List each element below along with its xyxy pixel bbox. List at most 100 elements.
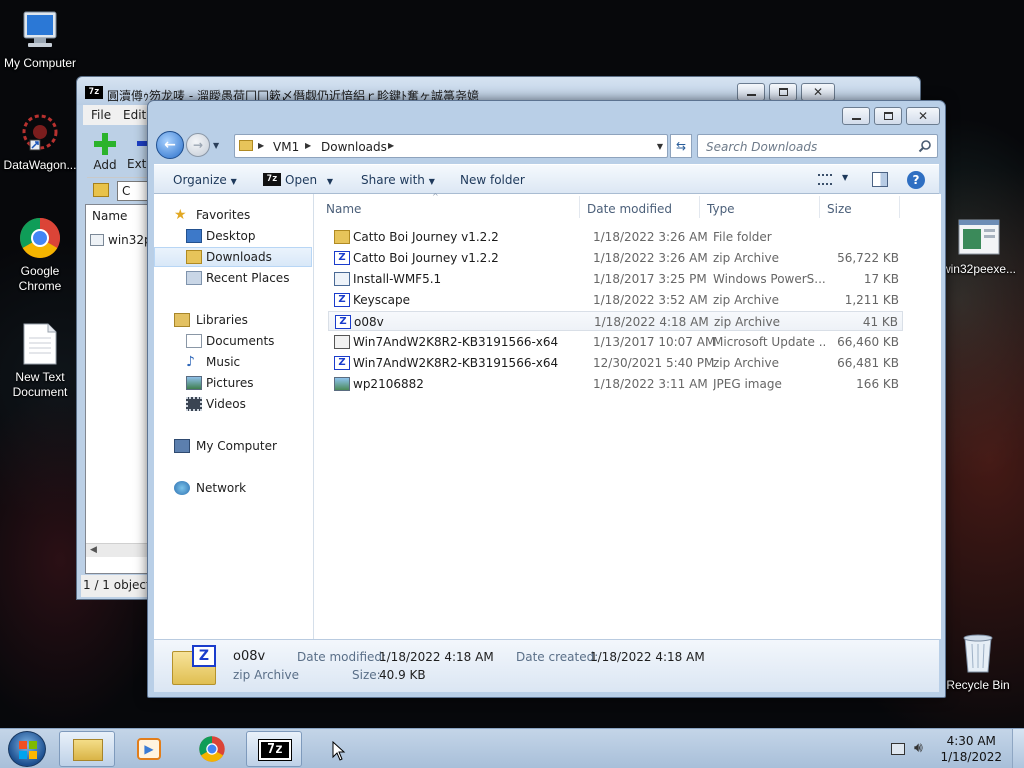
table-row[interactable]: Install-WMF5.1 1/18/2017 3:25 PM Windows P…: [328, 269, 903, 289]
explorer-close-button[interactable]: ✕: [906, 107, 940, 125]
show-desktop-button[interactable]: [1012, 729, 1024, 768]
details-modified-value: 1/18/2022 4:18 AM: [379, 650, 494, 664]
breadcrumb-downloads[interactable]: Downloads: [321, 140, 387, 154]
add-button[interactable]: Add: [87, 133, 123, 173]
explorer-titlebar[interactable]: ✕: [148, 101, 945, 131]
refresh-button[interactable]: ⇆: [670, 134, 692, 158]
table-row[interactable]: wp2106882 1/18/2022 3:11 AM JPEG image 166 …: [328, 374, 903, 394]
column-header-name[interactable]: Name: [92, 209, 127, 223]
organize-label: Organize: [173, 173, 227, 187]
breadcrumb-separator-icon[interactable]: ▶: [388, 141, 394, 150]
table-row[interactable]: Zo08v 1/18/2022 4:18 AM zip Archive 41 KB: [328, 311, 903, 331]
sevenzip-close-button[interactable]: ✕: [801, 83, 835, 101]
menu-file[interactable]: File: [91, 108, 111, 122]
start-button[interactable]: [8, 731, 46, 767]
nav-music[interactable]: ♪ Music: [154, 352, 312, 372]
sevenzip-icon: 7z: [258, 739, 292, 761]
organize-button[interactable]: Organize ▼: [173, 173, 237, 187]
address-dropdown-icon[interactable]: ▼: [657, 142, 663, 151]
new-folder-button[interactable]: New folder: [460, 173, 525, 187]
nav-label: Pictures: [206, 376, 254, 390]
desktop-icon-recycle-bin[interactable]: Recycle Bin: [938, 630, 1018, 693]
nav-label: Videos: [206, 397, 246, 411]
datawagon-icon: [22, 114, 58, 151]
navigation-pane[interactable]: ★ Favorites Desktop Downloads Recent Pla…: [154, 194, 314, 639]
nav-documents[interactable]: Documents: [154, 331, 312, 351]
desktop-icon-google-chrome[interactable]: Google Chrome: [0, 216, 80, 294]
explorer-maximize-button[interactable]: [874, 107, 902, 125]
menu-edit[interactable]: Edit: [123, 108, 146, 122]
share-with-button[interactable]: Share with ▼: [361, 173, 435, 187]
desktop-icon-my-computer[interactable]: My Computer: [0, 10, 80, 71]
taskbar-explorer-button[interactable]: [59, 731, 115, 767]
horizontal-scrollbar[interactable]: ◀: [86, 543, 152, 557]
back-button[interactable]: ←: [156, 131, 184, 159]
view-options-button[interactable]: ▼: [816, 172, 856, 188]
explorer-minimize-button[interactable]: [842, 107, 870, 125]
file-date: 1/18/2022 3:11 AM: [593, 377, 708, 391]
file-type: Windows PowerS...: [713, 272, 825, 286]
column-header-date[interactable]: Date modified: [587, 202, 672, 216]
breadcrumb-separator-icon[interactable]: ▶: [305, 141, 311, 150]
open-label: Open: [285, 173, 318, 187]
desktop-icon-datawagon[interactable]: DataWagon...: [0, 112, 80, 173]
sevenzip-file-list[interactable]: Name win32pe ◀: [85, 204, 152, 574]
column-divider[interactable]: [819, 196, 820, 218]
taskbar-7zip-button[interactable]: 7z: [246, 731, 302, 767]
column-header-size[interactable]: Size: [827, 202, 852, 216]
nav-downloads[interactable]: Downloads: [154, 247, 312, 267]
scroll-left-icon[interactable]: ◀: [90, 545, 97, 555]
system-clock[interactable]: 4:30 AM 1/18/2022: [940, 733, 1002, 765]
table-row[interactable]: Z Win7AndW2K8R2-KB3191566-x64 12/30/2021 5…: [328, 353, 903, 373]
nav-recent-places[interactable]: Recent Places: [154, 268, 312, 288]
sevenzip-minimize-button[interactable]: [737, 83, 765, 101]
zip-icon: Z: [335, 315, 351, 329]
recent-pages-dropdown-icon[interactable]: ▼: [213, 141, 219, 150]
table-row[interactable]: Z Catto Boi Journey v1.2.2 1/18/2022 3:26 …: [328, 248, 903, 268]
up-folder-icon: [93, 183, 109, 197]
breadcrumb-separator-icon[interactable]: ▶: [258, 141, 264, 150]
table-row[interactable]: Catto Boi Journey v1.2.2 1/18/2022 3:26 A…: [328, 227, 903, 247]
breadcrumb-vm1[interactable]: VM1: [273, 140, 299, 154]
explorer-folder-icon: [73, 739, 103, 761]
open-button[interactable]: Open ▼: [285, 173, 333, 187]
desktop-icon-new-text-document[interactable]: New Text Document: [0, 322, 80, 400]
preview-pane-button[interactable]: [872, 172, 888, 187]
network-tray-icon[interactable]: [891, 743, 905, 755]
nav-libraries[interactable]: Libraries: [154, 310, 312, 330]
nav-desktop[interactable]: Desktop: [154, 226, 312, 246]
nav-videos[interactable]: Videos: [154, 394, 312, 414]
help-button[interactable]: ?: [907, 171, 925, 189]
nav-my-computer[interactable]: My Computer: [154, 436, 312, 456]
table-row[interactable]: Win7AndW2K8R2-KB3191566-x64 1/13/2017 10:…: [328, 332, 903, 352]
column-divider[interactable]: [579, 196, 580, 218]
file-date: 1/18/2022 3:26 AM: [593, 251, 708, 265]
nav-label: Network: [196, 481, 247, 495]
table-row[interactable]: Z Keyscape 1/18/2022 3:52 AM zip Archive 1,2…: [328, 290, 903, 310]
search-input[interactable]: Search Downloads: [706, 140, 817, 154]
nav-favorites[interactable]: ★ Favorites: [154, 205, 312, 225]
forward-button[interactable]: →: [186, 133, 210, 157]
list-item[interactable]: win32pe: [88, 231, 152, 249]
desktop-icon-win32peexe[interactable]: win32peexe...: [936, 218, 1022, 277]
computer-icon: [23, 11, 57, 47]
file-size: 166 KB: [856, 377, 899, 391]
search-box[interactable]: Search Downloads: [697, 134, 938, 158]
column-divider[interactable]: [899, 196, 900, 218]
taskbar-media-player-button[interactable]: ▶: [120, 731, 176, 767]
nav-network[interactable]: Network: [154, 478, 312, 498]
column-divider[interactable]: [699, 196, 700, 218]
address-bar[interactable]: ▶ VM1 ▶ Downloads ▶ ▼: [234, 134, 668, 158]
volume-icon[interactable]: 🔊︎: [914, 740, 923, 756]
column-header-type[interactable]: Type: [707, 202, 735, 216]
column-header-name[interactable]: Name: [326, 202, 361, 216]
taskbar-chrome-button[interactable]: [184, 731, 240, 767]
file-name: Catto Boi Journey v1.2.2: [353, 251, 499, 265]
nav-label: Documents: [206, 334, 275, 348]
sevenzip-maximize-button[interactable]: [769, 83, 797, 101]
refresh-icon: ⇆: [675, 139, 687, 153]
view-list-icon: [818, 174, 832, 185]
nav-pictures[interactable]: Pictures: [154, 373, 312, 393]
explorer-window[interactable]: ✕ ← → ▼ ▶ VM1 ▶ Downloads ▶ ▼ ⇆ Search D…: [147, 100, 946, 698]
file-list[interactable]: Name ^ Date modified Type Size Catto Boi…: [314, 192, 941, 639]
